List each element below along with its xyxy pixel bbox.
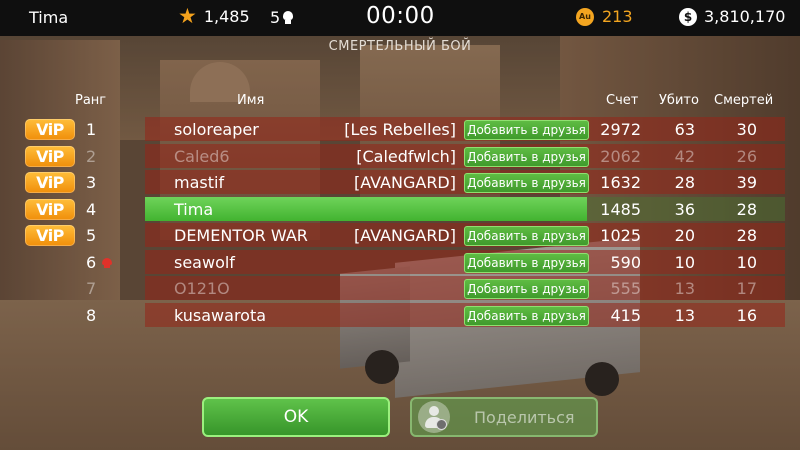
- column-header-name: Имя: [237, 93, 265, 108]
- row-score: 590: [610, 252, 641, 272]
- share-button[interactable]: Поделиться: [410, 397, 598, 437]
- vip-badge: ViP: [25, 198, 75, 220]
- top-status-bar: Tima ★ 1,485 5 00:00 Au 213 $ 3,810,170: [0, 0, 800, 36]
- ok-button[interactable]: OK: [202, 397, 390, 437]
- row-rank: 1: [86, 120, 97, 139]
- row-rank: 4: [86, 199, 97, 219]
- add-friend-button[interactable]: Добавить в друзья: [464, 120, 589, 140]
- row-deaths: 17: [736, 279, 757, 298]
- gold-value: 213: [602, 7, 633, 26]
- row-player-name: soloreaper: [174, 120, 259, 139]
- game-mode-title: СМЕРТЕЛЬНЫЙ БОЙ: [328, 39, 472, 54]
- row-rank: 3: [86, 173, 97, 192]
- row-score: 1632: [600, 173, 641, 192]
- add-friend-button[interactable]: Добавить в друзья: [464, 279, 589, 299]
- row-rank: 2: [86, 146, 97, 166]
- scoreboard-row: 8 kusawarota Добавить в друзья 415 13 16: [0, 302, 800, 329]
- row-kills: 42: [674, 146, 695, 166]
- gold-display: Au 213: [576, 7, 633, 26]
- dead-skull-icon: [102, 257, 112, 268]
- row-player-name: Caled6: [174, 146, 230, 166]
- row-kills: 13: [674, 279, 695, 298]
- add-friend-button[interactable]: Добавить в друзья: [464, 305, 589, 326]
- scoreboard-row: 6 seawolf Добавить в друзья 590 10 10: [0, 249, 800, 276]
- share-button-label: Поделиться: [474, 408, 575, 427]
- column-header-kills: Убито: [659, 93, 699, 108]
- column-header-score: Счет: [606, 93, 639, 108]
- row-rank: 6: [86, 252, 97, 272]
- row-deaths: 28: [736, 199, 757, 219]
- check-icon: [436, 419, 447, 430]
- scoreboard: ViP 1 soloreaper [Les Rebelles] Добавить…: [0, 116, 800, 328]
- kills-display: 5: [270, 8, 294, 27]
- row-rank: 7: [86, 279, 97, 298]
- row-player-name: mastif: [174, 173, 225, 192]
- rating-value: 1,485: [203, 7, 250, 26]
- scoreboard-row-self: ViP 4 Tima 1485 36 28: [0, 196, 800, 223]
- row-clan: [AVANGARD]: [353, 226, 456, 245]
- row-score: 555: [610, 279, 641, 298]
- dollar-coin-icon: $: [679, 7, 697, 26]
- row-deaths: 39: [736, 173, 757, 192]
- row-player-name: Tima: [174, 199, 214, 219]
- rating-display: ★ 1,485: [178, 6, 250, 27]
- player-name: Tima: [29, 8, 69, 27]
- row-clan: [Les Rebelles]: [344, 120, 456, 139]
- row-kills: 28: [674, 173, 695, 192]
- add-friend-button[interactable]: Добавить в друзья: [464, 146, 589, 167]
- row-kills: 63: [674, 120, 695, 139]
- row-kills: 10: [674, 252, 695, 272]
- row-player-name: seawolf: [174, 252, 235, 272]
- row-clan: [AVANGARD]: [353, 173, 456, 192]
- row-kills: 36: [674, 199, 695, 219]
- money-display: $ 3,810,170: [679, 7, 785, 26]
- vip-badge: ViP: [25, 172, 75, 193]
- match-timer: 00:00: [366, 3, 435, 29]
- row-score: 1485: [600, 199, 641, 219]
- row-clan: [Caledfwlch]: [356, 146, 456, 166]
- row-rank: 8: [86, 305, 97, 325]
- scoreboard-row: ViP 5 DEMENTOR WAR [AVANGARD] Добавить в…: [0, 222, 800, 249]
- skull-icon: [282, 11, 294, 24]
- row-kills: 20: [674, 226, 695, 245]
- row-deaths: 28: [736, 226, 757, 245]
- row-score: 2062: [600, 146, 641, 166]
- scoreboard-row: ViP 1 soloreaper [Les Rebelles] Добавить…: [0, 116, 800, 143]
- row-rank: 5: [86, 226, 97, 245]
- row-deaths: 30: [736, 120, 757, 139]
- column-header-deaths: Смертей: [714, 93, 774, 108]
- add-friend-button[interactable]: Добавить в друзья: [464, 252, 589, 273]
- vip-badge: ViP: [25, 145, 75, 167]
- row-player-name: DEMENTOR WAR: [174, 226, 308, 245]
- add-friend-button[interactable]: Добавить в друзья: [464, 226, 589, 246]
- row-score: 1025: [600, 226, 641, 245]
- row-deaths: 26: [736, 146, 757, 166]
- vip-badge: ViP: [25, 225, 75, 246]
- kills-value: 5: [270, 8, 281, 27]
- vip-badge: ViP: [25, 119, 75, 140]
- scoreboard-row: ViP 3 mastif [AVANGARD] Добавить в друзь…: [0, 169, 800, 196]
- row-player-name: O121O: [174, 279, 230, 298]
- row-player-name: kusawarota: [174, 305, 267, 325]
- row-kills: 13: [674, 305, 695, 325]
- scoreboard-row: ViP 2 Caled6 [Caledfwlch] Добавить в дру…: [0, 143, 800, 170]
- row-score: 415: [610, 305, 641, 325]
- gold-coin-icon: Au: [576, 7, 594, 26]
- add-friend-button[interactable]: Добавить в друзья: [464, 173, 589, 193]
- row-deaths: 10: [736, 252, 757, 272]
- money-value: 3,810,170: [704, 7, 786, 26]
- row-score: 2972: [600, 120, 641, 139]
- row-deaths: 16: [736, 305, 757, 325]
- star-icon: ★: [178, 4, 197, 28]
- column-header-rank: Ранг: [75, 93, 107, 108]
- scoreboard-row: 7 O121O Добавить в друзья 555 13 17: [0, 275, 800, 302]
